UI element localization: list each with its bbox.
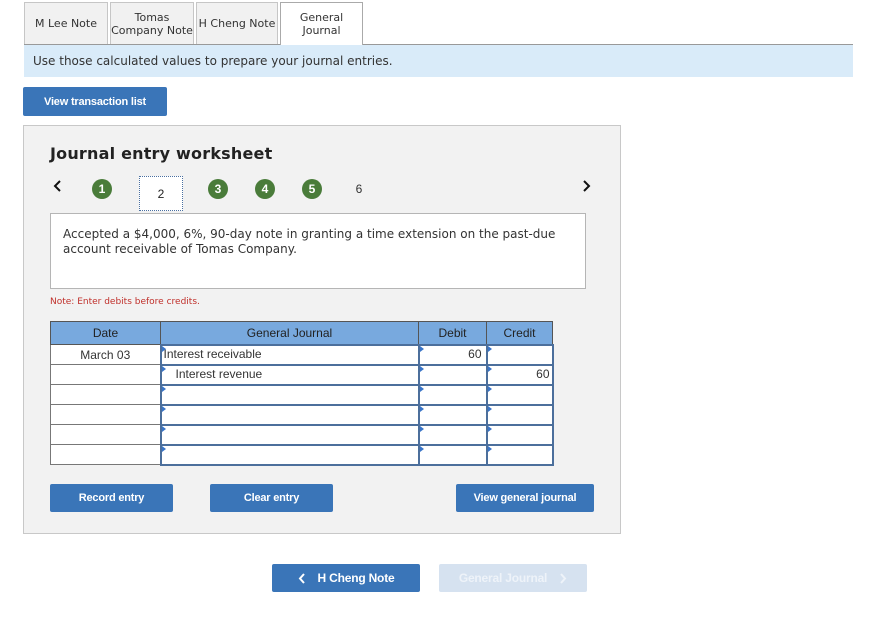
chevron-right-icon — [560, 572, 567, 584]
tab-label: H Cheng Note — [198, 17, 276, 30]
prev-h-cheng-note-button[interactable]: H Cheng Note — [272, 564, 420, 592]
journal-entry-worksheet: Journal entry worksheet 1 2 3 4 5 6 Acce… — [23, 125, 621, 534]
header-date: Date — [50, 321, 161, 345]
header-debit: Debit — [418, 321, 487, 345]
step-6[interactable]: 6 — [349, 179, 369, 199]
view-general-journal-button[interactable]: View general journal — [456, 484, 594, 512]
credit-input[interactable] — [488, 386, 552, 403]
account-input[interactable] — [162, 386, 416, 403]
header-credit: Credit — [486, 321, 553, 345]
debit-input[interactable]: 60 — [420, 346, 484, 363]
tab-bar: M Lee Note Tomas Company Note H Cheng No… — [24, 2, 365, 45]
credit-input[interactable] — [488, 426, 552, 443]
tab-label: Tomas Company Note — [111, 11, 193, 37]
next-button-label: General Journal — [458, 571, 548, 585]
account-input[interactable]: Interest revenue — [162, 366, 416, 383]
step-5[interactable]: 5 — [302, 179, 322, 199]
table-row — [50, 443, 554, 466]
date-cell — [50, 364, 161, 385]
credit-input[interactable] — [488, 346, 552, 363]
date-cell — [50, 384, 161, 405]
tab-label-line2: Journal — [302, 24, 341, 37]
clear-entry-button[interactable]: Clear entry — [210, 484, 333, 512]
instruction-banner: Use those calculated values to prepare y… — [24, 45, 853, 77]
table-row — [50, 423, 554, 446]
view-transaction-list-button[interactable]: View transaction list — [23, 87, 167, 116]
date-cell — [50, 424, 161, 445]
account-input[interactable]: Interest receivable — [162, 346, 416, 363]
credit-input[interactable] — [488, 406, 552, 423]
credit-input[interactable]: 60 — [488, 366, 552, 383]
tab-label: General Journal — [300, 11, 343, 37]
chevron-left-icon[interactable] — [52, 178, 62, 197]
prev-button-label: H Cheng Note — [317, 571, 395, 585]
date-cell — [50, 444, 161, 465]
worksheet-title: Journal entry worksheet — [50, 144, 273, 163]
table-row: Interest revenue 60 — [50, 363, 554, 386]
debit-input[interactable] — [420, 426, 484, 443]
table-row — [50, 383, 554, 406]
date-cell — [50, 404, 161, 425]
chevron-left-icon — [298, 572, 305, 584]
account-input[interactable] — [162, 406, 416, 423]
tab-general-journal[interactable]: General Journal — [280, 2, 363, 45]
tab-tomas-company-note[interactable]: Tomas Company Note — [110, 2, 194, 44]
tab-label: M Lee Note — [35, 17, 97, 30]
credit-input[interactable] — [488, 446, 552, 463]
tab-label-line1: General — [299, 11, 344, 24]
account-input[interactable] — [162, 446, 416, 463]
header-general-journal: General Journal — [160, 321, 419, 345]
record-entry-button[interactable]: Record entry — [50, 484, 173, 512]
step-4[interactable]: 4 — [255, 179, 275, 199]
table-row — [50, 403, 554, 426]
transaction-description: Accepted a $4,000, 6%, 90-day note in gr… — [50, 213, 586, 289]
table-header-row: Date General Journal Debit Credit — [50, 321, 553, 345]
tab-h-cheng-note[interactable]: H Cheng Note — [196, 2, 278, 44]
next-general-journal-button: General Journal — [439, 564, 587, 592]
step-1[interactable]: 1 — [92, 179, 112, 199]
table-row: March 03 Interest receivable 60 — [50, 343, 554, 366]
debits-note: Note: Enter debits before credits. — [50, 297, 200, 307]
debit-input[interactable] — [420, 366, 484, 383]
date-cell: March 03 — [50, 344, 161, 365]
tab-m-lee-note[interactable]: M Lee Note — [24, 2, 108, 44]
step-2-current[interactable]: 2 — [139, 176, 183, 211]
debit-input[interactable] — [420, 446, 484, 463]
debit-input[interactable] — [420, 406, 484, 423]
tab-label-line2: Company Note — [111, 23, 193, 37]
debit-input[interactable] — [420, 386, 484, 403]
chevron-right-icon[interactable] — [582, 178, 592, 197]
step-3[interactable]: 3 — [208, 179, 228, 199]
account-input[interactable] — [162, 426, 416, 443]
tab-label-line1: Tomas — [134, 10, 170, 24]
journal-table: Date General Journal Debit Credit March … — [50, 321, 554, 466]
